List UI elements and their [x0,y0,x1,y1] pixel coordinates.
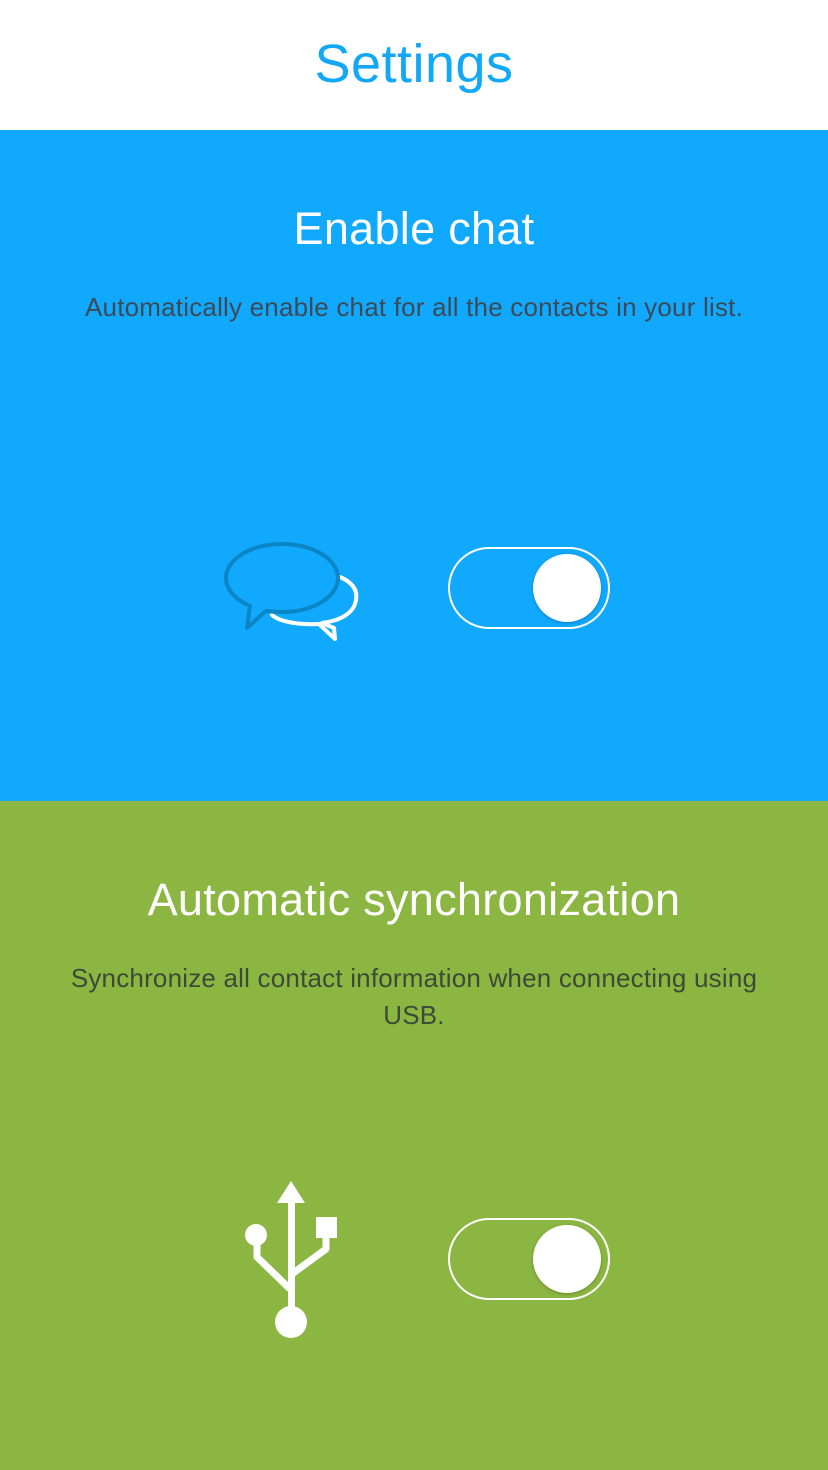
enable-chat-description: Automatically enable chat for all the co… [85,292,743,322]
enable-chat-toggle[interactable] [448,547,610,629]
usb-icon [240,1179,340,1341]
auto-sync-title: Automatic synchronization [147,874,681,925]
enable-chat-title: Enable chat [293,203,535,254]
toggle-knob [533,554,601,622]
auto-sync-toggle[interactable] [448,1218,610,1300]
toggle-knob [533,1225,601,1293]
page-title: Settings [314,34,514,94]
auto-sync-description: Synchronize all contact information when… [70,963,758,1030]
auto-sync-section: Automatic synchronization Synchronize al… [0,801,828,1470]
enable-chat-section: Enable chat Automatically enable chat fo… [0,130,828,801]
chat-bubbles-icon [222,540,362,645]
header-bar: Settings [0,0,828,130]
